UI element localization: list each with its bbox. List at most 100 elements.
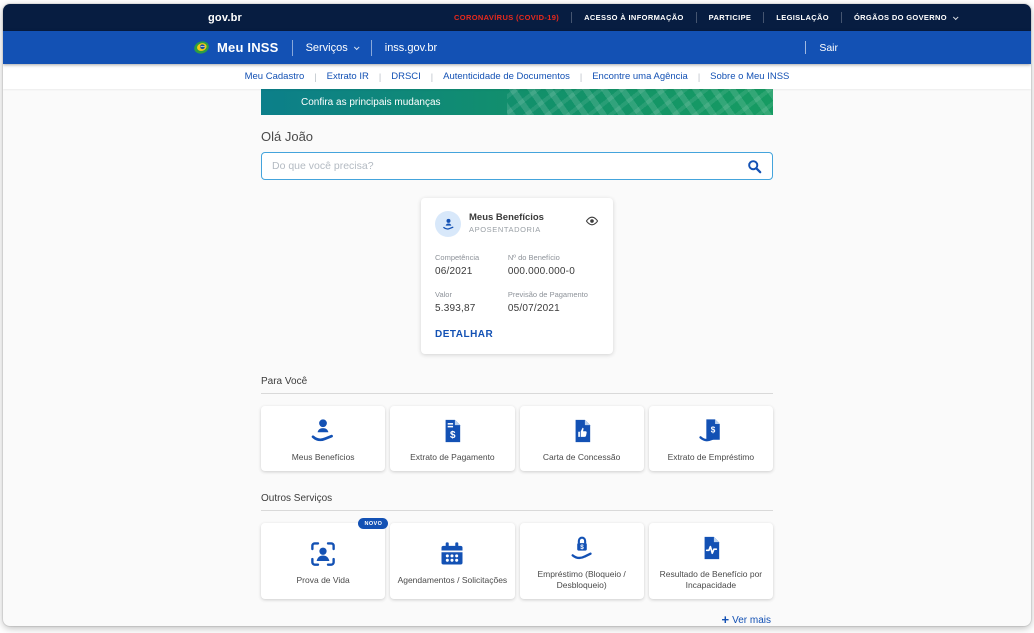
- card-emprestimo-bloqueio-desbloqueio[interactable]: $ Empréstimo (Bloqueio / Desbloqueio): [520, 523, 644, 599]
- link-coronavirus[interactable]: CORONAVÍRUS (COVID-19): [442, 13, 571, 22]
- secondary-nav: Meu Cadastro | Extrato IR | DRSCI | Aute…: [3, 64, 1031, 89]
- card-label: Carta de Concessão: [543, 452, 621, 463]
- field-value: 06/2021: [435, 266, 508, 277]
- link-participe[interactable]: PARTICIPE: [697, 13, 764, 22]
- field-value: 05/07/2021: [508, 303, 599, 314]
- card-label: Empréstimo (Bloqueio / Desbloqueio): [526, 569, 638, 591]
- card-label: Meus Benefícios: [292, 452, 355, 463]
- services-label: Serviços: [306, 42, 348, 54]
- card-label: Extrato de Empréstimo: [668, 452, 754, 463]
- card-resultado-beneficio-incapacidade[interactable]: Resultado de Benefício por Incapacidade: [649, 523, 773, 599]
- main-content: Confira as principais mudanças Olá João: [261, 89, 773, 626]
- govbr-links: CORONAVÍRUS (COVID-19) ACESSO À INFORMAÇ…: [442, 12, 969, 23]
- chevron-down-icon: [354, 44, 360, 50]
- search-box: [261, 152, 773, 180]
- field-label: Valor: [435, 290, 508, 299]
- section-title: Outros Serviços: [261, 493, 773, 504]
- card-label: Extrato de Pagamento: [410, 452, 495, 463]
- browser-window: gov.br CORONAVÍRUS (COVID-19) ACESSO À I…: [3, 4, 1031, 626]
- search-icon[interactable]: [747, 159, 762, 174]
- novo-badge: NOVO: [358, 518, 388, 529]
- card-carta-de-concessao[interactable]: Carta de Concessão: [520, 406, 644, 471]
- divider: [371, 40, 372, 56]
- benefit-card-subtitle: APOSENTADORIA: [469, 225, 585, 234]
- section-cards: NOVO Prova de Vida: [261, 523, 773, 599]
- nav-drsci[interactable]: DRSCI: [381, 71, 431, 82]
- section-cards: Meus Benefícios $ Extrato de Pagamento: [261, 406, 773, 471]
- ver-mais-link[interactable]: +Ver mais: [722, 615, 772, 626]
- link-acesso-a-informacao[interactable]: ACESSO À INFORMAÇÃO: [572, 13, 696, 22]
- meu-inss-logo-icon: [193, 39, 210, 56]
- field-competencia: Competência 06/2021: [435, 253, 508, 277]
- section-divider: [261, 393, 773, 394]
- face-scan-icon: [308, 538, 338, 570]
- svg-text:$: $: [711, 426, 716, 435]
- detalhar-button[interactable]: DETALHAR: [435, 329, 493, 340]
- card-extrato-de-emprestimo[interactable]: $ Extrato de Empréstimo: [649, 406, 773, 471]
- ver-mais-label: Ver mais: [732, 615, 771, 626]
- changes-banner[interactable]: Confira as principais mudanças: [261, 89, 773, 115]
- benefit-card-header: Meus Benefícios APOSENTADORIA: [435, 211, 599, 237]
- link-orgaos-do-governo[interactable]: ÓRGÃOS DO GOVERNO: [842, 13, 969, 22]
- benefit-card-row: Meus Benefícios APOSENTADORIA Competênci…: [261, 198, 773, 354]
- lock-hand-icon: $: [568, 532, 596, 564]
- link-legislacao[interactable]: LEGISLAÇÃO: [764, 13, 841, 22]
- section-title: Para Você: [261, 376, 773, 387]
- benefit-fields: Competência 06/2021 Nº do Benefício 000.…: [435, 253, 599, 314]
- govbr-top-bar: gov.br CORONAVÍRUS (COVID-19) ACESSO À I…: [3, 4, 1031, 31]
- nav-sobre-o-meu-inss[interactable]: Sobre o Meu INSS: [700, 71, 799, 82]
- link-orgaos-label: ÓRGÃOS DO GOVERNO: [854, 13, 947, 22]
- govbr-logo[interactable]: gov.br: [208, 12, 242, 24]
- eye-icon[interactable]: [585, 211, 599, 231]
- search-input[interactable]: [272, 160, 739, 172]
- card-label: Prova de Vida: [297, 575, 350, 586]
- section-divider: [261, 510, 773, 511]
- document-hand-dollar-icon: $: [697, 415, 725, 447]
- card-label: Resultado de Benefício por Incapacidade: [655, 569, 767, 591]
- nav-meu-cadastro[interactable]: Meu Cadastro: [235, 71, 315, 82]
- person-benefit-icon: [435, 211, 461, 237]
- card-agendamentos-solicitacoes[interactable]: Agendamentos / Solicitações: [390, 523, 514, 599]
- field-label: Previsão de Pagamento: [508, 290, 599, 299]
- nav-extrato-ir[interactable]: Extrato IR: [317, 71, 379, 82]
- section-outros-servicos: Outros Serviços NOVO: [261, 493, 773, 599]
- field-label: Nº do Benefício: [508, 253, 599, 262]
- logout-button[interactable]: Sair: [819, 42, 838, 54]
- document-thumbs-up-icon: [568, 415, 596, 447]
- document-pulse-icon: [697, 532, 725, 564]
- field-value: 5.393,87: [435, 303, 508, 314]
- ver-mais-row: +Ver mais: [261, 612, 773, 626]
- card-prova-de-vida[interactable]: NOVO Prova de Vida: [261, 523, 385, 599]
- brand-title: Meu INSS: [217, 40, 279, 55]
- benefit-card-title: Meus Benefícios: [469, 212, 585, 223]
- field-valor: Valor 5.393,87: [435, 290, 508, 314]
- services-menu[interactable]: Serviços: [306, 42, 358, 54]
- keyboard-texture: [507, 89, 773, 115]
- divider: [292, 40, 293, 56]
- calendar-icon: [438, 538, 466, 570]
- meu-inss-app-bar: Meu INSS Serviços inss.gov.br Sair: [3, 31, 1031, 64]
- divider: [805, 41, 806, 54]
- plus-icon: +: [722, 612, 730, 626]
- chevron-down-icon: [953, 14, 959, 20]
- field-label: Competência: [435, 253, 508, 262]
- hand-person-icon: [308, 415, 338, 447]
- benefit-card-titles: Meus Benefícios APOSENTADORIA: [469, 211, 585, 234]
- svg-text:$: $: [450, 430, 456, 441]
- field-previsao-pagamento: Previsão de Pagamento 05/07/2021: [508, 290, 599, 314]
- field-value: 000.000.000-0: [508, 266, 599, 277]
- field-numero-beneficio: Nº do Benefício 000.000.000-0: [508, 253, 599, 277]
- meu-inss-brand[interactable]: Meu INSS: [193, 39, 279, 56]
- card-label: Agendamentos / Solicitações: [398, 575, 508, 586]
- document-dollar-icon: $: [438, 415, 466, 447]
- card-extrato-de-pagamento[interactable]: $ Extrato de Pagamento: [390, 406, 514, 471]
- banner-text: Confira as principais mudanças: [301, 97, 441, 108]
- nav-encontre-uma-agencia[interactable]: Encontre uma Agência: [582, 71, 698, 82]
- card-meus-beneficios[interactable]: Meus Benefícios: [261, 406, 385, 471]
- section-para-voce: Para Você Meus Benefícios: [261, 376, 773, 471]
- benefit-card: Meus Benefícios APOSENTADORIA Competênci…: [421, 198, 613, 354]
- nav-autenticidade-de-documentos[interactable]: Autenticidade de Documentos: [433, 71, 580, 82]
- logout-group: Sair: [792, 41, 838, 54]
- link-inss-gov-br[interactable]: inss.gov.br: [385, 42, 437, 54]
- svg-text:$: $: [580, 544, 584, 551]
